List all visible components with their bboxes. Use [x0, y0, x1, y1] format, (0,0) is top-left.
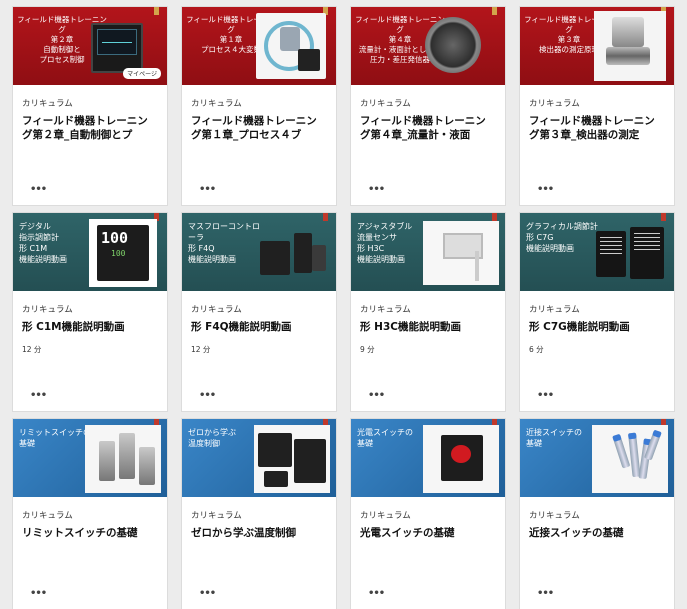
course-duration — [191, 152, 327, 162]
controller-display-main: 100 — [101, 229, 129, 247]
course-title[interactable]: フィールド機器トレーニング第４章_流量計・液面 — [360, 114, 496, 144]
course-category: カリキュラム — [360, 99, 411, 109]
course-duration: 6 分 — [529, 345, 544, 354]
course-title[interactable]: フィールド機器トレーニング第２章_自動制御とプ — [22, 114, 158, 144]
more-options-icon[interactable]: ••• — [537, 588, 554, 599]
more-options-icon[interactable]: ••• — [199, 390, 216, 401]
course-duration: 12 分 — [22, 345, 42, 354]
course-card[interactable]: フィールド機器トレーニング 第３章 検出器の測定原理 カリキュラム フィールド機… — [519, 6, 675, 206]
course-category: カリキュラム — [22, 99, 73, 109]
more-options-icon[interactable]: ••• — [30, 588, 47, 599]
course-category: カリキュラム — [529, 99, 580, 109]
thumbnail-title: 光電スイッチの 基礎 — [357, 428, 413, 448]
more-options-icon[interactable]: ••• — [368, 588, 385, 599]
flowmeter-image — [594, 11, 666, 81]
course-duration — [22, 152, 158, 162]
course-title[interactable]: 形 H3C機能説明動画 — [360, 320, 496, 336]
bookmark-flag-icon — [154, 7, 159, 15]
controller-display-sub: 100 — [111, 249, 126, 258]
course-category: カリキュラム — [191, 305, 242, 315]
course-thumbnail[interactable]: フィールド機器トレーニング 第１章 プロセス４大変数 — [182, 7, 336, 85]
flow-sensor-image — [423, 221, 499, 285]
course-category: カリキュラム — [360, 305, 411, 315]
course-card[interactable]: ゼロから学ぶ 温度制御 カリキュラム ゼロから学ぶ温度制御 ••• — [181, 418, 337, 609]
more-options-icon[interactable]: ••• — [537, 390, 554, 401]
proximity-sensor-image — [592, 425, 668, 493]
course-card[interactable]: アジャスタブル 流量センサ 形 H3C 機能説明動画 カリキュラム 形 H3C機… — [350, 212, 506, 412]
c1m-controller-image: 100 100 — [89, 219, 157, 287]
mass-flow-controller-image — [254, 223, 330, 283]
course-thumbnail[interactable]: 近接スイッチの 基礎 — [520, 419, 674, 497]
bookmark-flag-icon — [492, 213, 497, 221]
course-thumbnail[interactable]: ゼロから学ぶ 温度制御 — [182, 419, 336, 497]
course-category: カリキュラム — [191, 99, 242, 109]
course-thumbnail[interactable]: グラフィカル調節計 形 C7G 機能説明動画 — [520, 213, 674, 291]
bookmark-flag-icon — [323, 213, 328, 221]
course-card[interactable]: 光電スイッチの 基礎 カリキュラム 光電スイッチの基礎 ••• — [350, 418, 506, 609]
course-category: カリキュラム — [529, 305, 580, 315]
course-thumbnail[interactable]: デジタル 指示調節計 形 C1M 機能説明動画 100 100 — [13, 213, 167, 291]
thumbnail-title: ゼロから学ぶ 温度制御 — [188, 428, 236, 448]
course-title[interactable]: 形 F4Q機能説明動画 — [191, 320, 327, 336]
course-thumbnail[interactable]: アジャスタブル 流量センサ 形 H3C 機能説明動画 — [351, 213, 505, 291]
course-title[interactable]: ゼロから学ぶ温度制御 — [191, 526, 327, 542]
thumbnail-title: マスフローコントローラ 形 F4Q 機能説明動画 — [188, 222, 260, 264]
course-card[interactable]: デジタル 指示調節計 形 C1M 機能説明動画 100 100 カリキュラム 形… — [12, 212, 168, 412]
course-category: カリキュラム — [191, 511, 242, 521]
course-title[interactable]: フィールド機器トレーニング第１章_プロセス４ブ — [191, 114, 327, 144]
course-category: カリキュラム — [22, 305, 73, 315]
course-title[interactable]: 形 C1M機能説明動画 — [22, 320, 158, 336]
course-duration — [360, 152, 496, 162]
course-duration — [529, 152, 665, 162]
limit-switch-image — [85, 425, 161, 493]
controller-device-image — [91, 23, 143, 73]
course-title[interactable]: 近接スイッチの基礎 — [529, 526, 665, 542]
course-card[interactable]: フィールド機器トレーニング 第２章 自動制御と プロセス制御 マイページ カリキ… — [12, 6, 168, 206]
more-options-icon[interactable]: ••• — [537, 184, 554, 195]
thumbnail-title: アジャスタブル 流量センサ 形 H3C 機能説明動画 — [357, 222, 413, 264]
course-thumbnail[interactable]: マスフローコントローラ 形 F4Q 機能説明動画 — [182, 213, 336, 291]
more-options-icon[interactable]: ••• — [368, 390, 385, 401]
course-thumbnail[interactable]: フィールド機器トレーニング 第２章 自動制御と プロセス制御 マイページ — [13, 7, 167, 85]
more-options-icon[interactable]: ••• — [368, 184, 385, 195]
course-duration: 12 分 — [191, 345, 211, 354]
photoelectric-sensor-image — [423, 425, 499, 493]
course-card[interactable]: マスフローコントローラ 形 F4Q 機能説明動画 カリキュラム 形 F4Q機能説… — [181, 212, 337, 412]
thumbnail-title: デジタル 指示調節計 形 C1M 機能説明動画 — [19, 222, 67, 264]
bookmark-flag-icon — [492, 7, 497, 15]
course-title[interactable]: 形 C7G機能説明動画 — [529, 320, 665, 336]
course-card[interactable]: リミットスイッチの 基礎 カリキュラム リミットスイッチの基礎 ••• — [12, 418, 168, 609]
pressure-transmitter-image — [425, 17, 481, 73]
course-card[interactable]: フィールド機器トレーニング 第１章 プロセス４大変数 カリキュラム フィールド機… — [181, 6, 337, 206]
process-diagram-image — [256, 13, 326, 79]
more-options-icon[interactable]: ••• — [199, 184, 216, 195]
thumbnail-title: グラフィカル調節計 形 C7G 機能説明動画 — [526, 222, 598, 253]
course-category: カリキュラム — [22, 511, 73, 521]
course-category: カリキュラム — [529, 511, 580, 521]
course-category: カリキュラム — [360, 511, 411, 521]
course-card[interactable]: 近接スイッチの 基礎 カリキュラム 近接スイッチの基礎 ••• — [519, 418, 675, 609]
course-card[interactable]: フィールド機器トレーニング 第４章 流量計・液面計としての 圧力・差圧発信器 カ… — [350, 6, 506, 206]
course-thumbnail[interactable]: フィールド機器トレーニング 第４章 流量計・液面計としての 圧力・差圧発信器 — [351, 7, 505, 85]
thumbnail-title: リミットスイッチの 基礎 — [19, 428, 91, 448]
course-thumbnail[interactable]: 光電スイッチの 基礎 — [351, 419, 505, 497]
course-thumbnail[interactable]: リミットスイッチの 基礎 — [13, 419, 167, 497]
course-title[interactable]: 光電スイッチの基礎 — [360, 526, 496, 542]
course-duration: 9 分 — [360, 345, 375, 354]
more-options-icon[interactable]: ••• — [30, 390, 47, 401]
c7g-controller-image — [592, 221, 668, 285]
temperature-controller-image — [254, 425, 330, 493]
thumbnail-badge: マイページ — [123, 68, 161, 79]
more-options-icon[interactable]: ••• — [199, 588, 216, 599]
more-options-icon[interactable]: ••• — [30, 184, 47, 195]
course-thumbnail[interactable]: フィールド機器トレーニング 第３章 検出器の測定原理 — [520, 7, 674, 85]
bookmark-flag-icon — [661, 213, 666, 221]
course-title[interactable]: リミットスイッチの基礎 — [22, 526, 158, 542]
course-card[interactable]: グラフィカル調節計 形 C7G 機能説明動画 カリキュラム 形 C7G機能説明動… — [519, 212, 675, 412]
thumbnail-title: 近接スイッチの 基礎 — [526, 428, 582, 448]
course-title[interactable]: フィールド機器トレーニング第３章_検出器の測定 — [529, 114, 665, 144]
